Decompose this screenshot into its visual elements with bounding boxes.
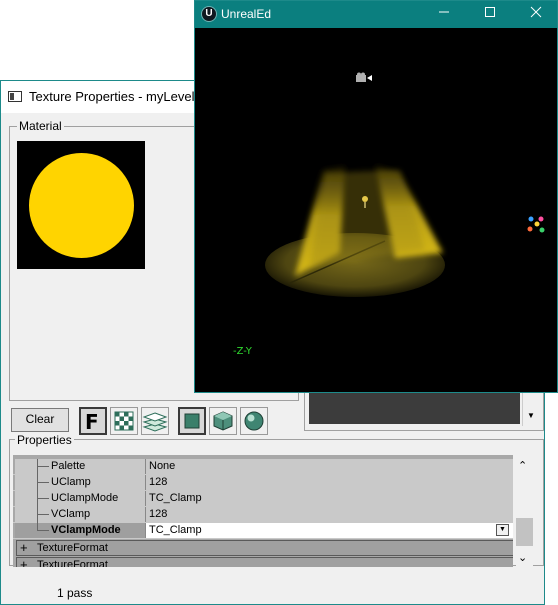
tree-line [37, 530, 49, 531]
material-preview[interactable] [17, 141, 145, 269]
axis-indicator: -Z-Y [233, 346, 252, 357]
scroll-up-arrow-icon[interactable]: ⌃ [518, 459, 527, 472]
cube-icon [213, 411, 233, 431]
font-texture-button[interactable]: F [79, 407, 107, 435]
close-icon [530, 6, 542, 18]
window-app-icon [8, 91, 22, 102]
unrealed-titlebar[interactable]: U UnrealEd [195, 1, 557, 28]
tree-line [37, 514, 49, 515]
status-text: 1 pass [57, 586, 93, 600]
property-value: 128 [149, 476, 168, 488]
actors-icon[interactable] [525, 215, 549, 237]
tree-line [37, 475, 38, 491]
cube-preview-button[interactable] [209, 407, 237, 435]
maximize-icon [485, 7, 495, 17]
property-name-cell: UClampMode [15, 491, 145, 507]
sphere-icon [244, 411, 264, 431]
expand-plus-icon[interactable]: + [20, 541, 28, 555]
property-name: UClampMode [51, 492, 119, 504]
light-cone-haze [310, 170, 425, 266]
properties-group-label: Properties [15, 433, 74, 447]
property-name: UClamp [51, 476, 91, 488]
spotlight-scene [265, 165, 445, 297]
material-preview-sphere [29, 153, 134, 258]
unrealed-window: U UnrealEd -Z-Y [194, 0, 558, 393]
tree-line [37, 507, 38, 523]
property-row-palette[interactable]: Palette None [13, 459, 513, 475]
flat-square-icon [184, 413, 200, 429]
tree-line [37, 459, 38, 475]
unreal-logo-icon: U [201, 6, 217, 22]
property-grid: Palette None UClamp 128 UClampMode TC_Cl… [13, 455, 513, 567]
property-name: VClamp [51, 508, 91, 520]
property-name-cell: VClamp [15, 507, 145, 523]
material-group-label: Material [17, 119, 64, 133]
property-value: TC_Clamp [149, 492, 202, 504]
category-name: TextureFormat [37, 542, 108, 554]
property-name-cell: UClamp [15, 475, 145, 491]
category-row-textureformat[interactable]: + TextureFormat [16, 557, 513, 567]
scrollbar-thumb[interactable] [516, 518, 533, 546]
3d-viewport[interactable]: -Z-Y [195, 28, 557, 392]
property-name: Palette [51, 460, 86, 472]
maximize-button[interactable] [467, 1, 513, 28]
close-button[interactable] [513, 1, 558, 28]
window-title: Texture Properties - myLevel.Pro [29, 89, 219, 104]
tree-line [37, 498, 49, 499]
property-value-cell[interactable]: None [145, 459, 513, 474]
window-title: UnrealEd [221, 7, 272, 21]
spotlight-actor [362, 196, 368, 202]
tree-line [37, 466, 49, 467]
minimize-icon [439, 11, 449, 13]
properties-scrollbar[interactable]: ⌃ ⌄ [516, 454, 533, 568]
property-value-cell[interactable]: 128 [145, 475, 513, 490]
checker-texture-button[interactable] [110, 407, 138, 435]
expand-plus-icon[interactable]: + [20, 558, 28, 568]
property-row-vclampmode[interactable]: VClampMode TC_Clamp ▼ [13, 523, 513, 539]
property-value-cell[interactable]: TC_Clamp ▼ [145, 523, 513, 538]
property-name-cell: VClampMode [15, 523, 145, 538]
property-value: 128 [149, 508, 168, 520]
category-name: TextureFormat [37, 559, 108, 567]
layers-texture-button[interactable] [141, 407, 169, 435]
plane-preview-button[interactable] [178, 407, 206, 435]
scroll-down-arrow-icon[interactable]: ▼ [524, 408, 538, 424]
category-row-textureformat[interactable]: + TextureFormat [16, 540, 513, 556]
property-row-uclamp[interactable]: UClamp 128 [13, 475, 513, 491]
property-row-uclampmode[interactable]: UClampMode TC_Clamp [13, 491, 513, 507]
minimize-button[interactable] [421, 1, 467, 28]
property-name: VClampMode [51, 524, 121, 536]
camera-icon[interactable] [355, 72, 373, 84]
tree-line [37, 482, 49, 483]
clear-button[interactable]: Clear [11, 408, 69, 432]
property-row-vclamp[interactable]: VClamp 128 [13, 507, 513, 523]
property-value-cell[interactable]: TC_Clamp [145, 491, 513, 506]
property-name-cell: Palette [15, 459, 145, 475]
dropdown-arrow-icon[interactable]: ▼ [496, 524, 509, 536]
property-value-cell[interactable]: 128 [145, 507, 513, 522]
sphere-preview-button[interactable] [240, 407, 268, 435]
property-value: None [149, 460, 176, 472]
checker-icon [114, 411, 134, 431]
tree-line [37, 491, 38, 507]
property-value: TC_Clamp [149, 524, 202, 536]
scroll-down-arrow-icon[interactable]: ⌄ [518, 551, 527, 564]
font-icon: F [85, 410, 99, 434]
layers-icon [142, 412, 168, 432]
